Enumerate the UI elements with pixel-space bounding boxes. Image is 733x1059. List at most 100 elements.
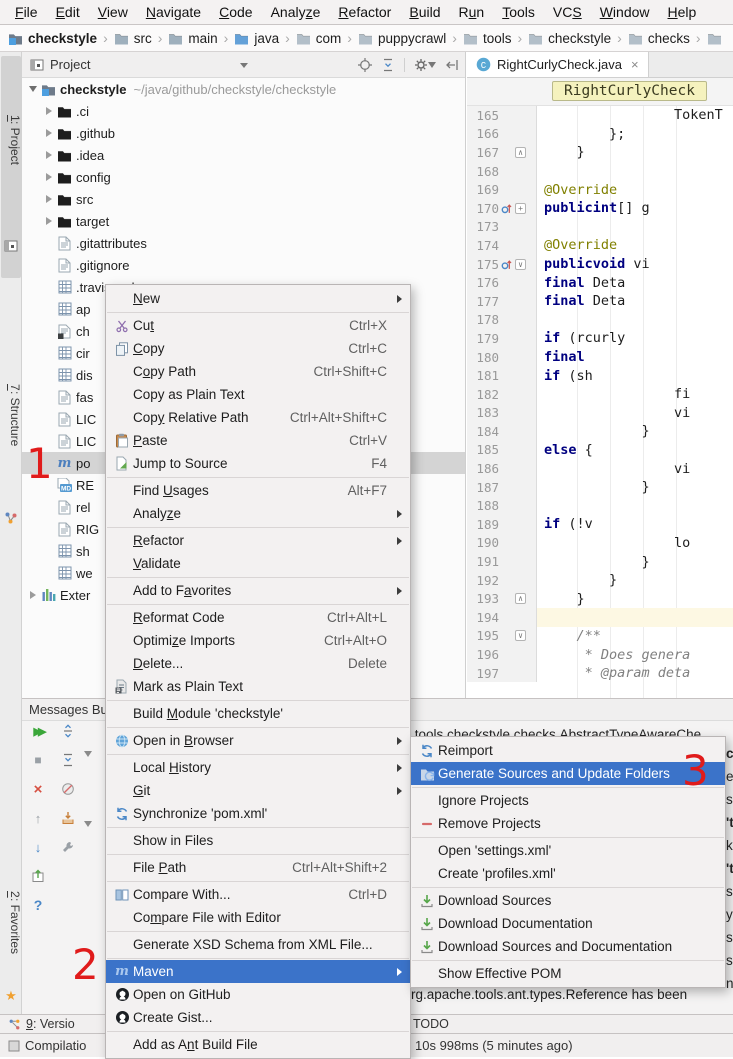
menu-item-create-gist[interactable]: Create Gist... <box>106 1006 410 1029</box>
breadcrumb-item-com-4[interactable]: com <box>296 31 342 46</box>
hide-panel-button[interactable] <box>445 58 459 72</box>
submenu-item-show-effective-pom[interactable]: Show Effective POM <box>411 962 725 985</box>
breadcrumb-item-puppycrawl-5[interactable]: puppycrawl <box>358 31 446 46</box>
tree-collapsed-icon[interactable] <box>42 217 56 225</box>
menu-item-build-module-checkstyle[interactable]: Build Module 'checkstyle' <box>106 702 410 725</box>
menu-item-file-path[interactable]: File PathCtrl+Alt+Shift+2 <box>106 856 410 879</box>
menubar-item-code[interactable]: Code <box>210 1 261 23</box>
menu-item-copy-path[interactable]: Copy PathCtrl+Shift+C <box>106 360 410 383</box>
stop-button[interactable]: ■ <box>30 752 46 768</box>
submenu-item-open-settings-xml[interactable]: Open 'settings.xml' <box>411 839 725 862</box>
toolstrip-tab-favorites[interactable]: 2: Favorites <box>0 860 22 985</box>
down-button[interactable]: ↓ <box>30 839 46 855</box>
help-button[interactable]: ? <box>30 897 46 913</box>
menu-item-cut[interactable]: CutCtrl+X <box>106 314 410 337</box>
menu-item-analyze[interactable]: Analyze <box>106 502 410 525</box>
menu-item-local-history[interactable]: Local History <box>106 756 410 779</box>
submenu-item-download-documentation[interactable]: Download Documentation <box>411 912 725 935</box>
tree-collapsed-icon[interactable] <box>42 107 56 115</box>
tree-expanded-icon[interactable] <box>26 86 40 92</box>
menubar-item-file[interactable]: File <box>6 1 47 23</box>
submenu-item-create-profiles-xml[interactable]: Create 'profiles.xml' <box>411 862 725 885</box>
menu-item-jump-to-source[interactable]: Jump to SourceF4 <box>106 452 410 475</box>
fold-plus-icon[interactable]: + <box>515 203 526 214</box>
fold-down-icon[interactable]: ∨ <box>515 259 526 270</box>
editor-tab-rightcurlycheck[interactable]: C RightCurlyCheck.java × <box>467 52 649 77</box>
close-button[interactable]: × <box>30 781 46 797</box>
submenu-item-download-sources[interactable]: Download Sources <box>411 889 725 912</box>
menu-item-generate-xsd-schema-from-xml-file[interactable]: Generate XSD Schema from XML File... <box>106 933 410 956</box>
tree-collapsed-icon[interactable] <box>42 195 56 203</box>
toolstrip-tab-structure[interactable]: 7: Structure <box>0 340 22 490</box>
menubar-item-tools[interactable]: Tools <box>493 1 544 23</box>
menu-item-open-in-browser[interactable]: Open in Browser <box>106 729 410 752</box>
pause-button[interactable] <box>60 781 76 797</box>
tree-row-ci[interactable]: .ci <box>22 100 465 122</box>
breadcrumb-item-src-1[interactable]: src <box>114 31 152 46</box>
menu-item-open-on-github[interactable]: Open on GitHub <box>106 983 410 1006</box>
menu-item-mark-as-plain-text[interactable]: Mark as Plain Text <box>106 675 410 698</box>
tab-close-icon[interactable]: × <box>631 57 639 72</box>
menubar-item-run[interactable]: Run <box>450 1 494 23</box>
menu-item-show-in-files[interactable]: Show in Files <box>106 829 410 852</box>
menubar-item-refactor[interactable]: Refactor <box>329 1 400 23</box>
menu-item-copy[interactable]: CopyCtrl+C <box>106 337 410 360</box>
project-view-dropdown[interactable] <box>240 63 248 68</box>
expand-button[interactable] <box>60 723 76 739</box>
breadcrumb-item-checks-8[interactable]: checks <box>628 31 690 46</box>
fold-up-icon[interactable]: ∧ <box>515 147 526 158</box>
fold-up-icon[interactable]: ∧ <box>515 593 526 604</box>
menu-item-copy-as-plain-text[interactable]: Copy as Plain Text <box>106 383 410 406</box>
up-button[interactable]: ↑ <box>30 810 46 826</box>
collapse-all-button[interactable] <box>381 58 395 72</box>
submenu-item-generate-sources-and-update-folders[interactable]: Generate Sources and Update Folders <box>411 762 725 785</box>
wrench-button[interactable] <box>60 839 76 855</box>
menu-item-new[interactable]: New <box>106 287 410 310</box>
rerun-button[interactable]: ▶▶ <box>30 723 46 739</box>
breadcrumb-item-java-3[interactable]: java <box>234 31 279 46</box>
menubar-item-vcs[interactable]: VCS <box>544 1 591 23</box>
breadcrumb-item-tools-6[interactable]: tools <box>463 31 512 46</box>
toolwindow-button-version-control[interactable]: 9: Versio <box>8 1017 75 1031</box>
menu-item-git[interactable]: Git <box>106 779 410 802</box>
tree-row-checkstyle[interactable]: checkstyle~/java/github/checkstyle/check… <box>22 78 465 100</box>
tree-row-idea[interactable]: .idea <box>22 144 465 166</box>
menubar-item-build[interactable]: Build <box>400 1 449 23</box>
toolwindow-button-todo[interactable]: TODO <box>413 1017 449 1031</box>
tree-row-gitattributes[interactable]: .gitattributes <box>22 232 465 254</box>
tree-row-target[interactable]: target <box>22 210 465 232</box>
menubar-item-window[interactable]: Window <box>591 1 659 23</box>
menu-item-synchronize-pom-xml[interactable]: Synchronize 'pom.xml' <box>106 802 410 825</box>
menu-item-validate[interactable]: Validate <box>106 552 410 575</box>
menu-item-compare-with[interactable]: Compare With...Ctrl+D <box>106 883 410 906</box>
locate-button[interactable] <box>358 58 372 72</box>
menu-item-paste[interactable]: PasteCtrl+V <box>106 429 410 452</box>
tree-row-github[interactable]: .github <box>22 122 465 144</box>
submenu-item-remove-projects[interactable]: Remove Projects <box>411 812 725 835</box>
menu-item-optimize-imports[interactable]: Optimize ImportsCtrl+Alt+O <box>106 629 410 652</box>
menu-item-copy-relative-path[interactable]: Copy Relative PathCtrl+Alt+Shift+C <box>106 406 410 429</box>
menu-item-add-as-ant-build-file[interactable]: Add as Ant Build File <box>106 1033 410 1056</box>
gear-button[interactable] <box>414 58 436 72</box>
menubar-item-help[interactable]: Help <box>659 1 706 23</box>
tree-collapsed-icon[interactable] <box>42 173 56 181</box>
import-button[interactable] <box>60 810 76 826</box>
breadcrumb-item-checkstyle-0[interactable]: checkstyle <box>8 31 97 46</box>
tree-expanded-icon[interactable] <box>84 821 92 827</box>
tree-collapsed-icon[interactable] <box>42 151 56 159</box>
tree-row-src[interactable]: src <box>22 188 465 210</box>
collapse-button[interactable] <box>60 752 76 768</box>
menu-item-maven[interactable]: mMaven <box>106 960 410 983</box>
menubar-item-navigate[interactable]: Navigate <box>137 1 210 23</box>
tree-row-config[interactable]: config <box>22 166 465 188</box>
menu-item-delete[interactable]: Delete...Delete <box>106 652 410 675</box>
menubar-item-edit[interactable]: Edit <box>47 1 89 23</box>
menu-item-add-to-favorites[interactable]: Add to Favorites <box>106 579 410 602</box>
menubar-item-analyze[interactable]: Analyze <box>262 1 330 23</box>
menu-item-reformat-code[interactable]: Reformat CodeCtrl+Alt+L <box>106 606 410 629</box>
menu-item-find-usages[interactable]: Find UsagesAlt+F7 <box>106 479 410 502</box>
toolstrip-tab-project[interactable]: 1: Project <box>0 60 22 220</box>
tree-expanded-icon[interactable] <box>84 751 92 757</box>
menu-item-refactor[interactable]: Refactor <box>106 529 410 552</box>
menubar-item-view[interactable]: View <box>89 1 137 23</box>
